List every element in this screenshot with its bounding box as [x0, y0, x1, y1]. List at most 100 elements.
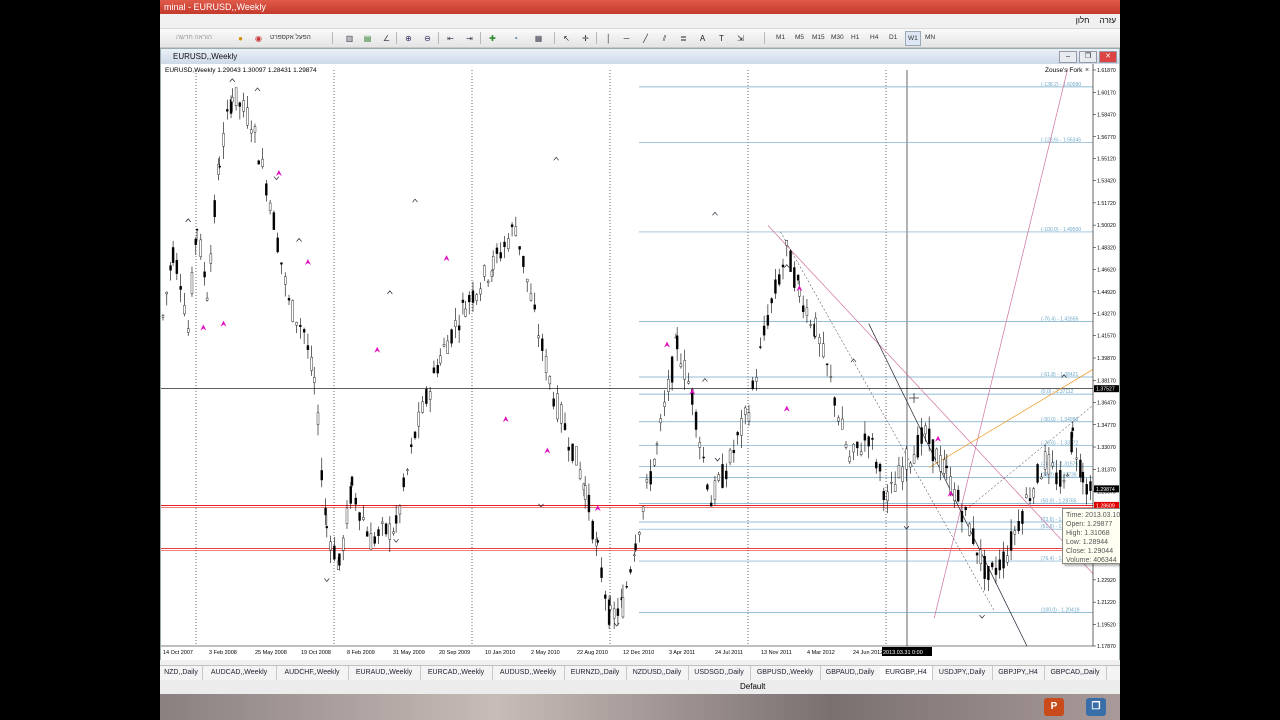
indicator-close-icon[interactable]: × [1085, 67, 1089, 74]
chart-tab[interactable]: AUDUSD,,Weekly [492, 666, 565, 680]
indicators-icon[interactable]: ✚ [485, 31, 500, 46]
templates-icon[interactable]: ▦ [531, 31, 546, 46]
timeframe-m30[interactable]: M30 [831, 31, 844, 44]
candle-body [713, 480, 717, 500]
window-title-bar[interactable]: minal - EURUSD,,Weekly [160, 0, 1120, 14]
candle-body [325, 526, 329, 529]
candle-body [268, 202, 272, 211]
chart-tab[interactable]: GBPJPY,,H4 [992, 666, 1045, 680]
chart-shift-icon[interactable]: ⇥ [462, 31, 477, 46]
signal-arrow [594, 505, 601, 512]
price-tick-label: 1.21220 [1097, 600, 1116, 606]
crosshair-icon[interactable]: ✛ [578, 31, 593, 46]
candle-body [848, 456, 851, 462]
candle-body [483, 265, 486, 277]
candle-body [670, 356, 674, 383]
crosshair-cursor-icon [909, 393, 919, 403]
timeframe-h1[interactable]: H1 [851, 31, 859, 44]
menu-help[interactable]: עזרה [1096, 14, 1120, 28]
new-order-button[interactable]: הוראה חדשה [176, 31, 212, 44]
expert-advisor-button[interactable]: הפעל אקספרט [270, 31, 311, 44]
trendline-icon[interactable]: ╱ [638, 31, 653, 46]
timeframe-h4[interactable]: H4 [870, 31, 878, 44]
toolbar-separator [332, 32, 333, 44]
horizontal-line-icon[interactable]: ─ [619, 31, 634, 46]
price-tick-label: 1.60170 [1097, 90, 1116, 96]
chart-tab[interactable]: AUDCHF,,Weekly [276, 666, 349, 680]
cursor-icon[interactable]: ↖ [559, 31, 574, 46]
chart-tab[interactable]: GBPAUD,,Daily [820, 666, 881, 680]
periods-icon[interactable]: ◔ [508, 31, 523, 46]
zoom-in-icon[interactable]: ⊕ [401, 31, 416, 46]
chart-tab[interactable]: GBPCAD,,Daily [1044, 666, 1107, 680]
candle-body [743, 407, 747, 415]
price-chart[interactable]: (-138.2) - 1.60580 (-123.6) - 1.56345 (-10… [161, 64, 1119, 660]
fractal-down-arrow [393, 538, 399, 543]
signal-arrow [664, 341, 671, 348]
timeframe-d1[interactable]: D1 [889, 31, 897, 44]
signal-arrow [200, 324, 207, 331]
chart-window-title-bar[interactable]: EURUSD,,Weekly – ❐ ✕ [161, 49, 1119, 64]
auto-scroll-icon[interactable]: ⇤ [443, 31, 458, 46]
chart-tab[interactable]: USDJPY,,Daily [932, 666, 993, 680]
candle-body [655, 443, 659, 446]
candle-body [1013, 530, 1017, 535]
channel-icon[interactable]: ⫽ [657, 31, 672, 46]
price-badge-label: 1.29874 [1096, 487, 1115, 493]
text-tool-icon[interactable]: A [695, 31, 710, 46]
arrows-dropdown-icon[interactable]: ⇲ [733, 31, 748, 46]
timeframe-m15[interactable]: M15 [812, 31, 825, 44]
candle-body [638, 532, 641, 535]
candle-body [567, 446, 570, 451]
chart-tab[interactable]: USDSGD,,Daily [688, 666, 751, 680]
timeframe-m5[interactable]: M5 [795, 31, 804, 44]
zoom-out-icon[interactable]: ⊖ [420, 31, 435, 46]
candle-body [825, 363, 829, 366]
candle-body [1040, 476, 1043, 480]
candle-body [960, 510, 964, 523]
candle-body [875, 461, 878, 469]
candle-body [1075, 457, 1078, 460]
fibo-level-label: (-76.4) - 1.42656 [1041, 317, 1078, 323]
candle-body [187, 328, 190, 333]
candle-body [1032, 488, 1035, 498]
minimize-button[interactable]: – [1059, 51, 1077, 63]
vertical-line-icon[interactable]: │ [601, 31, 616, 46]
terminal-taskbar-icon[interactable]: ❐ [1086, 698, 1106, 716]
candle-body [338, 553, 341, 566]
chart-tab[interactable]: EURCAD,,Weekly [420, 666, 493, 680]
line-chart-icon[interactable]: ∠ [379, 31, 394, 46]
close-button[interactable]: ✕ [1099, 51, 1117, 63]
candle-body [213, 200, 216, 218]
alert-icon[interactable]: ● [233, 31, 248, 46]
signal-arrow [275, 170, 282, 177]
chart-tab[interactable]: EURNZD,,Daily [564, 666, 627, 680]
candle-chart-icon[interactable]: ▤ [360, 31, 375, 46]
candle-body [829, 376, 833, 378]
menu-window[interactable]: חלון [1072, 14, 1094, 28]
candle-body [169, 265, 172, 271]
candle-body [789, 250, 792, 272]
expert-advisor-icon[interactable]: ◉ [251, 31, 266, 46]
candle-body [732, 450, 736, 454]
candle-body [1017, 521, 1020, 532]
chart-tab[interactable]: GBPUSD,,Weekly [750, 666, 821, 680]
fibonacci-icon[interactable]: ≣ [676, 31, 691, 46]
chart-tab[interactable]: EURGBP,,H4 [880, 666, 933, 680]
timeframe-w1[interactable]: W1 [905, 31, 921, 46]
chart-tab[interactable]: NZD,,Daily [160, 666, 203, 680]
chart-tab[interactable]: EURAUD,,Weekly [348, 666, 421, 680]
chart-tab[interactable]: NZDUSD,,Daily [626, 666, 689, 680]
label-tool-icon[interactable]: T [714, 31, 729, 46]
candle-body [238, 102, 242, 107]
fractal-down-arrow [903, 525, 910, 530]
bar-chart-icon[interactable]: ▥ [342, 31, 357, 46]
timeframe-mn[interactable]: MN [925, 31, 935, 44]
chart-tab[interactable]: AUDCAD,,Weekly [202, 666, 277, 680]
timeframe-m1[interactable]: M1 [776, 31, 785, 44]
fractal-down-arrow [613, 622, 620, 627]
restore-button[interactable]: ❐ [1079, 51, 1097, 63]
powerpoint-taskbar-icon[interactable]: P [1044, 698, 1064, 716]
price-tick-label: 1.50020 [1097, 223, 1116, 229]
candle-body [464, 308, 467, 317]
